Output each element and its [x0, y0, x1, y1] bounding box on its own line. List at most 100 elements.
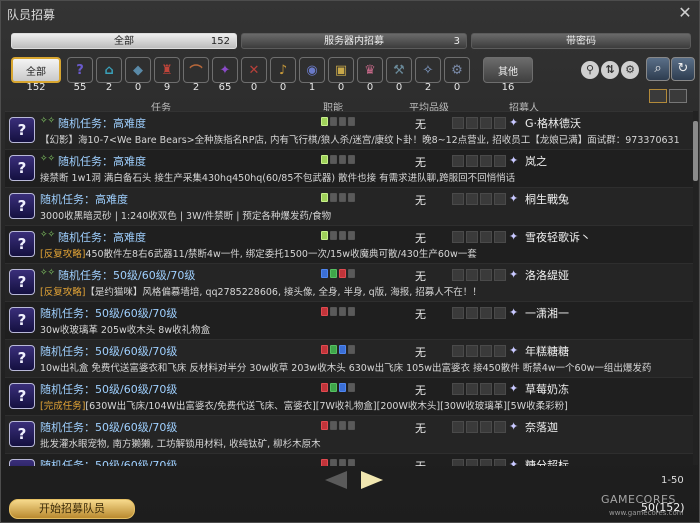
filter-pvp-icon[interactable]: ✕ [241, 57, 267, 83]
recruiter-name[interactable]: 年糕糖糖 [525, 343, 569, 359]
party-slot [452, 269, 464, 281]
listing-description: 【幻影】海10-7<We Bare Bears>全种族指名RP店, 内有飞行棋/… [40, 132, 690, 146]
duty-icon: ? [9, 193, 35, 219]
tab-all[interactable]: 全部 152 [11, 33, 237, 49]
party-slot [466, 193, 478, 205]
listing-row[interactable]: ? ✧✧ 随机任务：高难度 接禁断 1w1洞 满白备石头 接生产采集430hq450h… [5, 150, 693, 188]
filter-quest-count: 0 [279, 82, 287, 93]
start-recruiting-button[interactable]: 开始招募队员 [9, 499, 135, 519]
filter-trial-icon[interactable]: ♜ [154, 57, 180, 83]
listing-row[interactable]: ? 随机任务：50级/60级/70级 10w出礼盒 免费代送富婆衣和飞床 反材料对半… [5, 340, 693, 378]
listing-description: 3000收黑暗灵砂 | 1:240收双色 | 3W/件禁断 | 预定各种爆发药/… [40, 208, 690, 222]
filter-deep-dungeon-icon[interactable]: ✧ [415, 57, 441, 83]
search-icon[interactable]: ⌕ [646, 57, 670, 81]
recruiter-icon: ✦ [509, 268, 519, 281]
recruiter-name[interactable]: 雪夜轻歌诉丶 [525, 229, 591, 245]
party-slot [452, 117, 464, 129]
recruiter-name[interactable]: 草莓奶冻 [525, 381, 569, 397]
filter-quest-icon[interactable]: ♪ [270, 57, 296, 83]
role-check-icon [321, 117, 328, 126]
close-icon[interactable]: ✕ [673, 3, 697, 23]
filter-roulette-icon[interactable]: ? [67, 57, 93, 83]
filter-gathering-icon[interactable]: ⚒ [386, 57, 412, 83]
filter-high-end-icon[interactable]: ✦ [212, 57, 238, 83]
party-slots [452, 421, 506, 433]
duty-name: 随机任务：高难度 [58, 231, 146, 244]
recruiter-name[interactable]: 糖分超标 [525, 457, 569, 466]
listing-row[interactable]: ? 随机任务：50级/60级/70级 30w收玻璃革 205w收木头 8w收礼物盒 无… [5, 302, 693, 340]
role-slots [321, 231, 355, 240]
avg-item-level: 无 [415, 156, 426, 169]
filter-other-button[interactable]: 其他 [483, 57, 533, 83]
listing-row[interactable]: ? 随机任务：50级/60级/70级 批发灌水眼宠物, 南方獭獭, 工坊解锁用材料,… [5, 416, 693, 454]
listing-description: 30w收玻璃革 205w收木头 8w收礼物盒 [40, 322, 690, 336]
listing-row[interactable]: ? ✧✧ 随机任务：高难度 【幻影】海10-7<We Bare Bears>全种族指名… [5, 112, 693, 150]
party-slot [466, 421, 478, 433]
filter-funnel-icon[interactable]: ⚲ [581, 61, 599, 79]
role-heal-icon [330, 383, 337, 392]
role-empty-icon [348, 193, 355, 202]
recruiter-icon: ✦ [509, 420, 519, 433]
next-page-icon[interactable] [361, 471, 383, 489]
recruiter-name[interactable]: 岚之 [525, 153, 547, 169]
filter-deep-dungeon-count: 2 [424, 82, 432, 93]
filter-guildhest-icon[interactable]: ◆ [125, 57, 151, 83]
party-slot [494, 383, 506, 395]
party-slot [480, 307, 492, 319]
duty-icon: ? [9, 345, 35, 371]
role-empty-icon [330, 307, 337, 316]
recruiter-icon: ✦ [509, 382, 519, 395]
title-bar: 队员招募 ✕ [1, 1, 699, 25]
party-slot [452, 193, 464, 205]
recruiter-name[interactable]: 一潇湘一 [525, 305, 569, 321]
tab-password[interactable]: 带密码 [471, 33, 691, 49]
filter-raid-icon[interactable]: ⌒ [183, 57, 209, 83]
scroll-thumb[interactable] [693, 121, 698, 181]
view-detail-icon[interactable] [669, 89, 687, 103]
filter-hunt-icon[interactable]: ♛ [357, 57, 383, 83]
avg-item-level: 无 [415, 346, 426, 359]
filter-pvp-count: 0 [250, 82, 258, 93]
tab-password-label: 带密码 [566, 36, 596, 47]
filter-treasure-hunt-icon[interactable]: ▣ [328, 57, 354, 83]
recruiter-name[interactable]: 奈落迦 [525, 419, 558, 435]
refresh-icon[interactable]: ↻ [671, 57, 695, 81]
party-slot [466, 459, 478, 466]
prev-page-icon[interactable] [325, 471, 347, 489]
role-empty-icon [339, 307, 346, 316]
role-tank-icon [321, 269, 328, 278]
duty-icon: ? [9, 231, 35, 257]
tab-server-label: 服务器内招募 [324, 36, 384, 47]
tab-server-count: 3 [453, 36, 460, 47]
listing-row[interactable]: ? 随机任务：50级/60级/70级 无 ✦ 糖分超标 [5, 454, 693, 466]
listing-row[interactable]: ? 随机任务：高难度 3000收黑暗灵砂 | 1:240收双色 | 3W/件禁断 |… [5, 188, 693, 226]
listing-list[interactable]: ? ✧✧ 随机任务：高难度 【幻影】海10-7<We Bare Bears>全种族指名… [5, 111, 693, 466]
party-slot [480, 383, 492, 395]
party-slots [452, 231, 506, 243]
duty-name: 随机任务：高难度 [58, 155, 146, 168]
list-scrollbar[interactable] [693, 111, 698, 465]
recruiter-name[interactable]: 桐生戰兔 [525, 191, 569, 207]
party-slots [452, 459, 506, 466]
listing-row[interactable]: ? ✧✧ 随机任务：50级/60级/70级 [反复攻略]【是约猫咪】风格偏慕墙培, q… [5, 264, 693, 302]
filter-fate-count: 1 [308, 82, 316, 93]
role-empty-icon [339, 459, 346, 466]
filter-all-button[interactable]: 全部 [11, 57, 61, 83]
mentor-icon: ✧✧ [40, 268, 56, 278]
filter-adventuring-forays-icon[interactable]: ⚙ [444, 57, 470, 83]
avg-item-level: 无 [415, 232, 426, 245]
listing-row[interactable]: ? ✧✧ 随机任务：高难度 [反复攻略]450散件左8右6武器11/禁断4w一件, 绑… [5, 226, 693, 264]
listing-description: [完成任务][630W出飞床/104W出富婆衣/免费代送飞床、富婆衣][7W收礼… [40, 398, 690, 412]
filter-fate-icon[interactable]: ◉ [299, 57, 325, 83]
duty-icon: ? [9, 269, 35, 295]
view-list-icon[interactable] [649, 89, 667, 103]
listing-row[interactable]: ? 随机任务：50级/60级/70级 [完成任务][630W出飞床/104W出富婆衣… [5, 378, 693, 416]
sort-icon[interactable]: ⇅ [601, 61, 619, 79]
recruiter-name[interactable]: 洛洛缇娅 [525, 267, 569, 283]
tab-all-count: 152 [210, 36, 230, 47]
tab-server-recruitment[interactable]: 服务器内招募 3 [241, 33, 467, 49]
filter-gathering-count: 0 [395, 82, 403, 93]
settings-gear-icon[interactable]: ⚙ [621, 61, 639, 79]
recruiter-name[interactable]: G·格林德沃 [525, 115, 581, 131]
filter-dungeon-icon[interactable]: ⌂ [96, 57, 122, 83]
